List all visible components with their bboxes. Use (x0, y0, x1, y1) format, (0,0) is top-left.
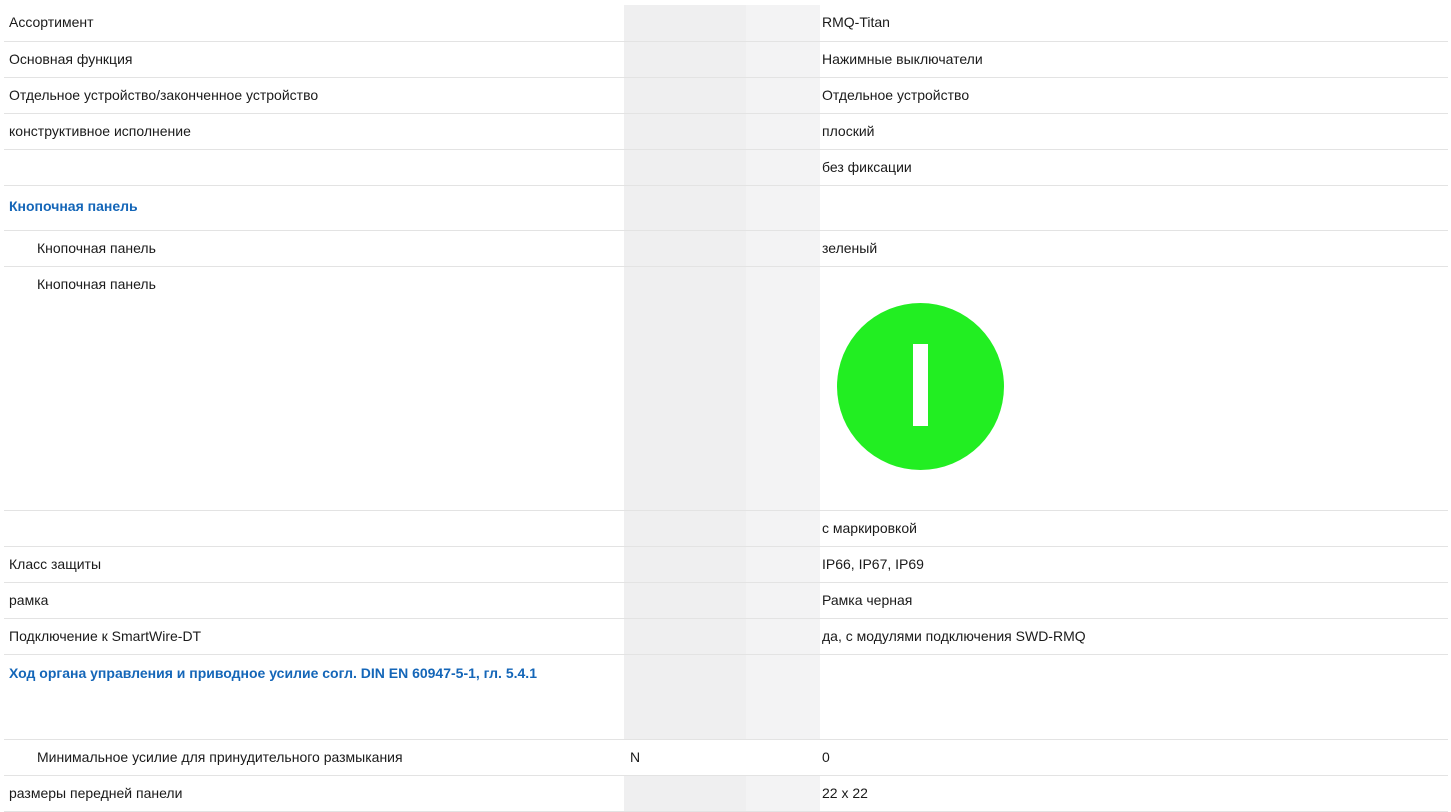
row-label: конструктивное исполнение (4, 113, 624, 150)
row-value: 22 x 22 (820, 775, 1448, 812)
row-value: Нажимные выключатели (820, 41, 1448, 78)
spec-table: Ассортимент RMQ-Titan Основная функция Н… (4, 5, 1448, 812)
row-value (820, 266, 1448, 511)
table-row: Подключение к SmartWire-DT да, с модулям… (4, 618, 1448, 655)
row-spacer (746, 77, 820, 114)
row-spacer (746, 230, 820, 267)
table-row: конструктивное исполнение плоский (4, 113, 1448, 150)
table-row: Отдельное устройство/законченное устройс… (4, 77, 1448, 114)
table-row: без фиксации (4, 149, 1448, 186)
row-spacer (746, 654, 820, 740)
row-spacer (746, 5, 820, 42)
section-heading-row: Ход органа управления и приводное усилие… (4, 654, 1448, 740)
section-heading: Кнопочная панель (4, 185, 624, 231)
row-unit (624, 266, 746, 511)
row-spacer (746, 618, 820, 655)
row-label: Ассортимент (4, 5, 624, 42)
row-label: Основная функция (4, 41, 624, 78)
row-unit (624, 185, 746, 231)
row-spacer (746, 739, 820, 776)
row-unit (624, 582, 746, 619)
table-row: Класс защиты IP66, IP67, IP69 (4, 546, 1448, 583)
table-row: Кнопочная панель (4, 266, 1448, 511)
row-unit (624, 41, 746, 78)
row-unit (624, 510, 746, 547)
row-spacer (746, 510, 820, 547)
row-value: Отдельное устройство (820, 77, 1448, 114)
row-spacer (746, 775, 820, 812)
row-label (4, 149, 624, 186)
row-label: размеры передней панели (4, 775, 624, 812)
row-value: с маркировкой (820, 510, 1448, 547)
row-value: IP66, IP67, IP69 (820, 546, 1448, 583)
row-spacer (746, 41, 820, 78)
table-row: Основная функция Нажимные выключатели (4, 41, 1448, 78)
row-spacer (746, 266, 820, 511)
row-spacer (746, 582, 820, 619)
row-value: 0 (820, 739, 1448, 776)
row-value: без фиксации (820, 149, 1448, 186)
row-unit (624, 654, 746, 740)
table-row: рамка Рамка черная (4, 582, 1448, 619)
row-value: Рамка черная (820, 582, 1448, 619)
row-value: RMQ-Titan (820, 5, 1448, 42)
row-label: рамка (4, 582, 624, 619)
row-label: Класс защиты (4, 546, 624, 583)
table-row: Кнопочная панель зеленый (4, 230, 1448, 267)
row-value: да, с модулями подключения SWD-RMQ (820, 618, 1448, 655)
table-row: с маркировкой (4, 510, 1448, 547)
row-unit (624, 775, 746, 812)
row-label: Отдельное устройство/законченное устройс… (4, 77, 624, 114)
row-value (820, 654, 1448, 740)
row-unit (624, 5, 746, 42)
row-spacer (746, 185, 820, 231)
row-value: плоский (820, 113, 1448, 150)
row-unit: N (624, 739, 746, 776)
row-label (4, 510, 624, 547)
row-unit (624, 149, 746, 186)
row-label: Минимальное усилие для принудительного р… (4, 739, 624, 776)
row-label: Кнопочная панель (4, 266, 624, 511)
row-spacer (746, 546, 820, 583)
table-row: размеры передней панели 22 x 22 (4, 775, 1448, 812)
row-label: Подключение к SmartWire-DT (4, 618, 624, 655)
row-spacer (746, 113, 820, 150)
row-unit (624, 230, 746, 267)
table-row: Минимальное усилие для принудительного р… (4, 739, 1448, 776)
row-value: зеленый (820, 230, 1448, 267)
row-value (820, 185, 1448, 231)
section-heading-row: Кнопочная панель (4, 185, 1448, 231)
row-label: Кнопочная панель (4, 230, 624, 267)
table-row: Ассортимент RMQ-Titan (4, 5, 1448, 42)
row-unit (624, 618, 746, 655)
row-unit (624, 113, 746, 150)
row-spacer (746, 149, 820, 186)
row-unit (624, 77, 746, 114)
row-unit (624, 546, 746, 583)
green-push-button-marked-I-icon (837, 302, 1004, 470)
section-heading: Ход органа управления и приводное усилие… (4, 654, 624, 740)
